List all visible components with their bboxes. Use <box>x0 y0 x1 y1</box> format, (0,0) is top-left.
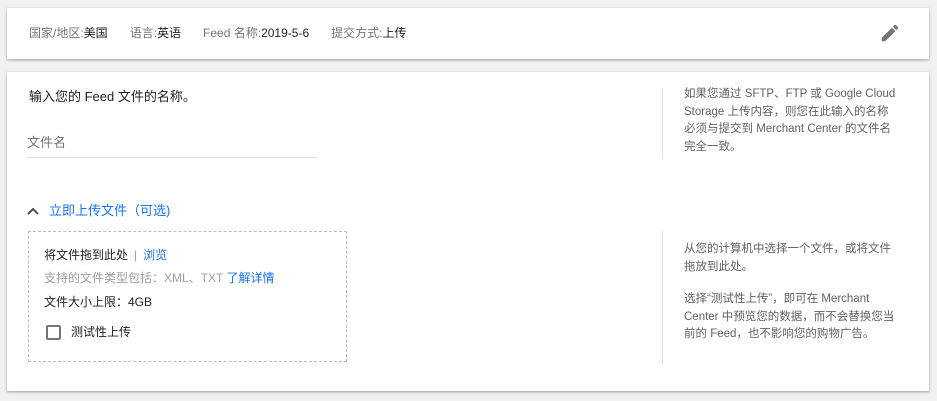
size-limit-text: 文件大小上限：4GB <box>44 295 153 309</box>
country-value: 美国 <box>83 26 108 40</box>
pencil-icon <box>881 24 899 42</box>
chevron-up-icon <box>27 207 39 215</box>
feed-summary-card: 国家/地区:美国 语言:英语 Feed 名称:2019-5-6 提交方式:上传 <box>7 8 929 59</box>
submit-method-label: 提交方式: <box>331 26 383 40</box>
summary-country: 国家/地区:美国 <box>29 26 108 41</box>
summary-submit-method: 提交方式:上传 <box>331 26 406 41</box>
supported-types-text: 支持的文件类型包括：XML、TXT <box>44 271 224 285</box>
test-upload-label: 测试性上传 <box>71 325 132 339</box>
drag-here-text: 将文件拖到此处 <box>44 248 129 262</box>
upload-help-choose: 从您的计算机中选择一个文件，或将文件拖放到此处。 <box>684 243 891 273</box>
supported-types: 支持的文件类型包括：XML、TXT 了解详情 <box>44 271 274 286</box>
upload-help-test: 选择“测试性上传”，即可在 Merchant Center 中预览您的数据，而不… <box>684 293 895 340</box>
divider-upload-help <box>662 231 663 364</box>
summary-feed-name: Feed 名称:2019-5-6 <box>203 26 309 41</box>
edit-button[interactable] <box>879 22 901 44</box>
feed-name-value: 2019-5-6 <box>261 26 310 40</box>
filename-instruction: 输入您的 Feed 文件的名称。 <box>29 89 196 104</box>
feed-file-card: 输入您的 Feed 文件的名称。 如果您通过 SFTP、FTP 或 Google… <box>7 72 929 391</box>
submit-method-value: 上传 <box>382 26 407 40</box>
filename-help-text: 如果您通过 SFTP、FTP 或 Google Cloud Storage 上传… <box>684 88 896 153</box>
summary-details: 国家/地区:美国 语言:英语 Feed 名称:2019-5-6 提交方式:上传 <box>29 26 428 41</box>
upload-file-toggle-label: 立即上传文件（可选) <box>49 203 171 218</box>
learn-more-link[interactable]: 了解详情 <box>226 271 274 285</box>
separator: | <box>134 248 138 262</box>
upload-file-toggle[interactable]: 立即上传文件（可选) <box>27 203 170 219</box>
filename-input[interactable] <box>27 132 317 158</box>
summary-language: 语言:英语 <box>130 26 181 41</box>
divider-filename-help <box>662 88 663 159</box>
language-label: 语言: <box>129 26 158 40</box>
test-upload-option[interactable]: 测试性上传 <box>46 325 131 340</box>
country-label: 国家/地区: <box>29 26 84 40</box>
file-dropzone[interactable]: 将文件拖到此处 | 浏览 支持的文件类型包括：XML、TXT 了解详情 文件大小上限… <box>28 231 347 362</box>
browse-link[interactable]: 浏览 <box>143 248 167 262</box>
feed-name-label: Feed 名称: <box>203 26 262 40</box>
test-upload-checkbox[interactable] <box>46 325 61 340</box>
language-value: 英语 <box>157 26 182 40</box>
dropzone-instructions: 将文件拖到此处 | 浏览 <box>44 248 167 263</box>
